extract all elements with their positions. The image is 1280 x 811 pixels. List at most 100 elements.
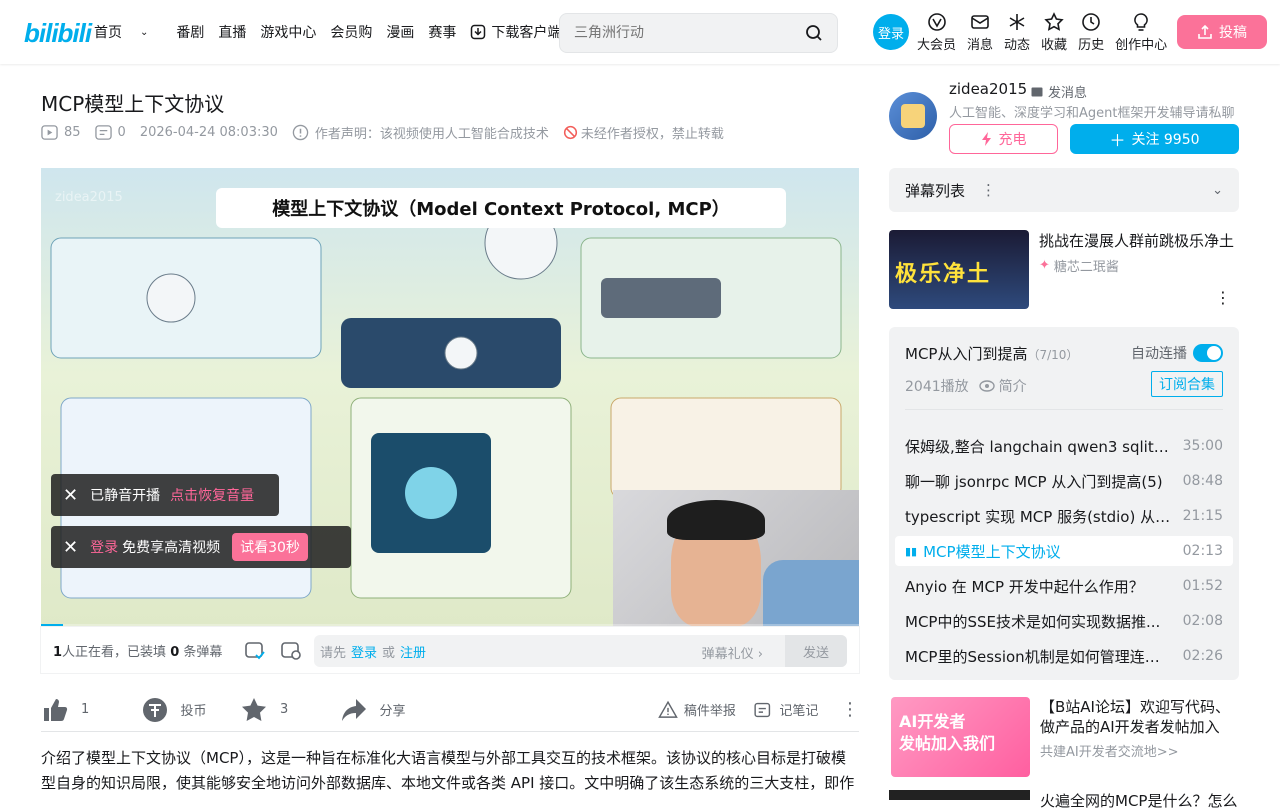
danmu-toggle-icon[interactable] [244, 639, 266, 661]
nav-match[interactable]: 赛事 [428, 22, 456, 42]
star-icon [242, 697, 266, 721]
dynamic-entry[interactable]: 动态 [1004, 12, 1030, 53]
history-entry[interactable]: 历史 [1078, 12, 1104, 53]
eye-icon [978, 380, 995, 392]
chevron-down-icon[interactable]: ⌄ [1212, 183, 1223, 198]
uploader-bio: 人工智能、深度学习和Agent框架开发辅导请私聊 [949, 106, 1235, 121]
recommend-title[interactable]: 火遍全网的MCP是什么？怎么 [1040, 790, 1237, 811]
vip-entry[interactable]: 大会员 [917, 12, 956, 53]
recommend-author[interactable]: ✦ 糖芯二珉酱 [1039, 256, 1119, 275]
subscribe-button[interactable]: 订阅合集 [1151, 371, 1223, 397]
watermark: zidea2015 [55, 190, 123, 205]
danmu-count: 0 [94, 124, 126, 141]
danmu-list-header[interactable]: 弹幕列表 ⋮ ⌄ [889, 168, 1239, 212]
bilibili-logo[interactable]: bilibili [24, 18, 92, 49]
danmu-etiquette-link[interactable]: 弹幕礼仪 › [702, 643, 763, 662]
more-icon[interactable]: ⋮ [981, 181, 996, 199]
try-30s-button[interactable]: 试看30秒 [232, 533, 308, 561]
recommend-thumbnail[interactable] [889, 790, 1030, 800]
search-box [559, 13, 838, 53]
send-message-link[interactable]: 发消息 [1031, 82, 1087, 101]
episode-item[interactable]: MCP中的SSE技术是如何实现数据推... 02:08 [895, 606, 1233, 636]
action-bar: 1 投币 3 分享 稿件举报 记笔记 ⋮ [41, 688, 859, 732]
divider [905, 409, 1223, 410]
autoplay-toggle[interactable]: 自动连播 [1131, 343, 1223, 363]
vip-icon [927, 13, 946, 31]
more-icon[interactable]: ⋮ [1215, 288, 1231, 307]
restore-volume-link[interactable]: 点击恢复音量 [170, 485, 254, 505]
like-button[interactable]: 1 [41, 696, 141, 724]
message-entry[interactable]: 消息 [967, 12, 993, 53]
close-icon[interactable]: ✕ [63, 537, 78, 558]
history-icon [1082, 13, 1100, 31]
nav-mall[interactable]: 会员购 [330, 22, 372, 42]
charge-button[interactable]: 充电 [949, 124, 1058, 154]
collection-meta: 2041播放 简介 [905, 376, 1027, 396]
episode-item[interactable]: MCP里的Session机制是如何管理连接... 02:26 [895, 641, 1233, 671]
report-button[interactable]: 稿件举报 [658, 700, 754, 720]
dynamic-icon [1009, 14, 1025, 30]
favorite-entry[interactable]: 收藏 [1041, 12, 1067, 53]
danmu-bar: 1人正在看，已装填 0 条弹幕 请先 登录 或 注册 弹幕礼仪 › 发送 [41, 627, 859, 673]
search-icon[interactable] [805, 24, 823, 42]
avatar[interactable] [889, 92, 937, 140]
creator-entry[interactable]: 创作中心 [1115, 12, 1167, 53]
note-button[interactable]: 记笔记 [753, 700, 841, 720]
recommend-title[interactable]: 挑战在漫展人群前跳极乐净土 [1039, 230, 1234, 251]
nav-manga[interactable]: 漫画 [386, 22, 414, 42]
toast-login-link[interactable]: 登录 [90, 537, 118, 557]
collection-title[interactable]: MCP从入门到提高（7/10） [905, 343, 1078, 364]
favorite-button[interactable]: 3 [240, 696, 340, 724]
lightning-icon [981, 132, 991, 146]
download-icon [471, 24, 486, 40]
banner-title[interactable]: 【B站AI论坛】欢迎写代码、做产品的AI开发者发帖加入 [1040, 697, 1240, 737]
upload-button[interactable]: 投稿 [1177, 15, 1267, 49]
coin-button[interactable]: 投币 [141, 696, 241, 724]
mail-icon [1031, 87, 1043, 96]
toggle-switch[interactable] [1193, 344, 1223, 362]
copyright-notice: 未经作者授权，禁止转载 [563, 123, 724, 142]
danmu-register-link[interactable]: 注册 [400, 642, 426, 661]
episode-item[interactable]: Anyio 在 MCP 开发中起什么作用？ 01:52 [895, 571, 1233, 601]
ai-forum-banner[interactable]: AI开发者 发帖加入我们 【B站AI论坛】欢迎写代码、做产品的AI开发者发帖加入… [889, 697, 1239, 777]
uploader-name[interactable]: zidea2015 [949, 80, 1027, 98]
pub-date: 2026-04-24 08:03:30 [139, 125, 278, 140]
follow-button[interactable]: ＋关注 9950 [1070, 124, 1239, 154]
header-icons: 大会员 消息 动态 收藏 历史 创作中心 [917, 12, 1178, 53]
banner-subtitle[interactable]: 共建AI开发者交流地>> [1040, 741, 1179, 760]
more-icon[interactable]: ⋮ [841, 699, 859, 720]
login-button[interactable]: 登录 [873, 14, 909, 50]
episode-item-current[interactable]: ▮▮ MCP模型上下文协议 02:13 [895, 536, 1233, 566]
share-button[interactable]: 分享 [340, 696, 658, 724]
intro-link[interactable]: 简介 [978, 376, 1027, 396]
message-icon [971, 15, 989, 29]
upload-icon [1198, 24, 1212, 39]
send-button[interactable]: 发送 [785, 635, 847, 667]
nav-game[interactable]: 游戏中心 [260, 22, 316, 42]
recommend-card[interactable]: 极乐净土 挑战在漫展人群前跳极乐净土 ✦ 糖芯二珉酱 ⋮ [889, 230, 1239, 310]
danmu-input[interactable]: 请先 登录 或 注册 弹幕礼仪 › 发送 [314, 635, 847, 667]
video-player[interactable]: 模型上下文协议（Model Context Protocol, MCP） zid… [41, 168, 859, 627]
episode-item[interactable]: typescript 实现 MCP 服务(stdio) 从原... 21:15 [895, 501, 1233, 531]
ai-notice: 作者声明：该视频使用人工智能合成技术 [292, 123, 549, 142]
episode-item[interactable]: 聊一聊 jsonrpc MCP 从入门到提高(5) 08:48 [895, 466, 1233, 496]
recommend-thumbnail[interactable]: 极乐净土 [889, 230, 1029, 309]
uploader-card: zidea2015 发消息 人工智能、深度学习和Agent框架开发辅导请私聊 充… [889, 80, 1239, 160]
main-nav: 首页⌄ 番剧 直播 游戏中心 会员购 漫画 赛事 下载客户端 新 [94, 22, 624, 42]
danmu-count-icon [94, 125, 112, 140]
chevron-down-icon: ⌄ [140, 26, 149, 38]
frame-title: 模型上下文协议（Model Context Protocol, MCP） [216, 188, 786, 228]
recommend-card[interactable]: 火遍全网的MCP是什么？怎么 [889, 790, 1239, 810]
danmu-login-link[interactable]: 登录 [351, 642, 377, 661]
episode-item[interactable]: 保姆级,整合 langchain qwen3 sqlite3 ... 35:00 [895, 431, 1233, 461]
nav-anime[interactable]: 番剧 [176, 22, 204, 42]
danmu-settings-icon[interactable] [280, 639, 302, 661]
nav-live[interactable]: 直播 [218, 22, 246, 42]
close-icon[interactable]: ✕ [63, 485, 78, 506]
banner-image[interactable]: AI开发者 发帖加入我们 [891, 697, 1030, 777]
nav-home[interactable]: 首页 ⌄ [94, 22, 162, 42]
video-title: MCP模型上下文协议 [41, 92, 225, 116]
view-count: 85 [41, 124, 81, 141]
like-icon [44, 698, 68, 721]
search-input[interactable] [560, 14, 780, 52]
